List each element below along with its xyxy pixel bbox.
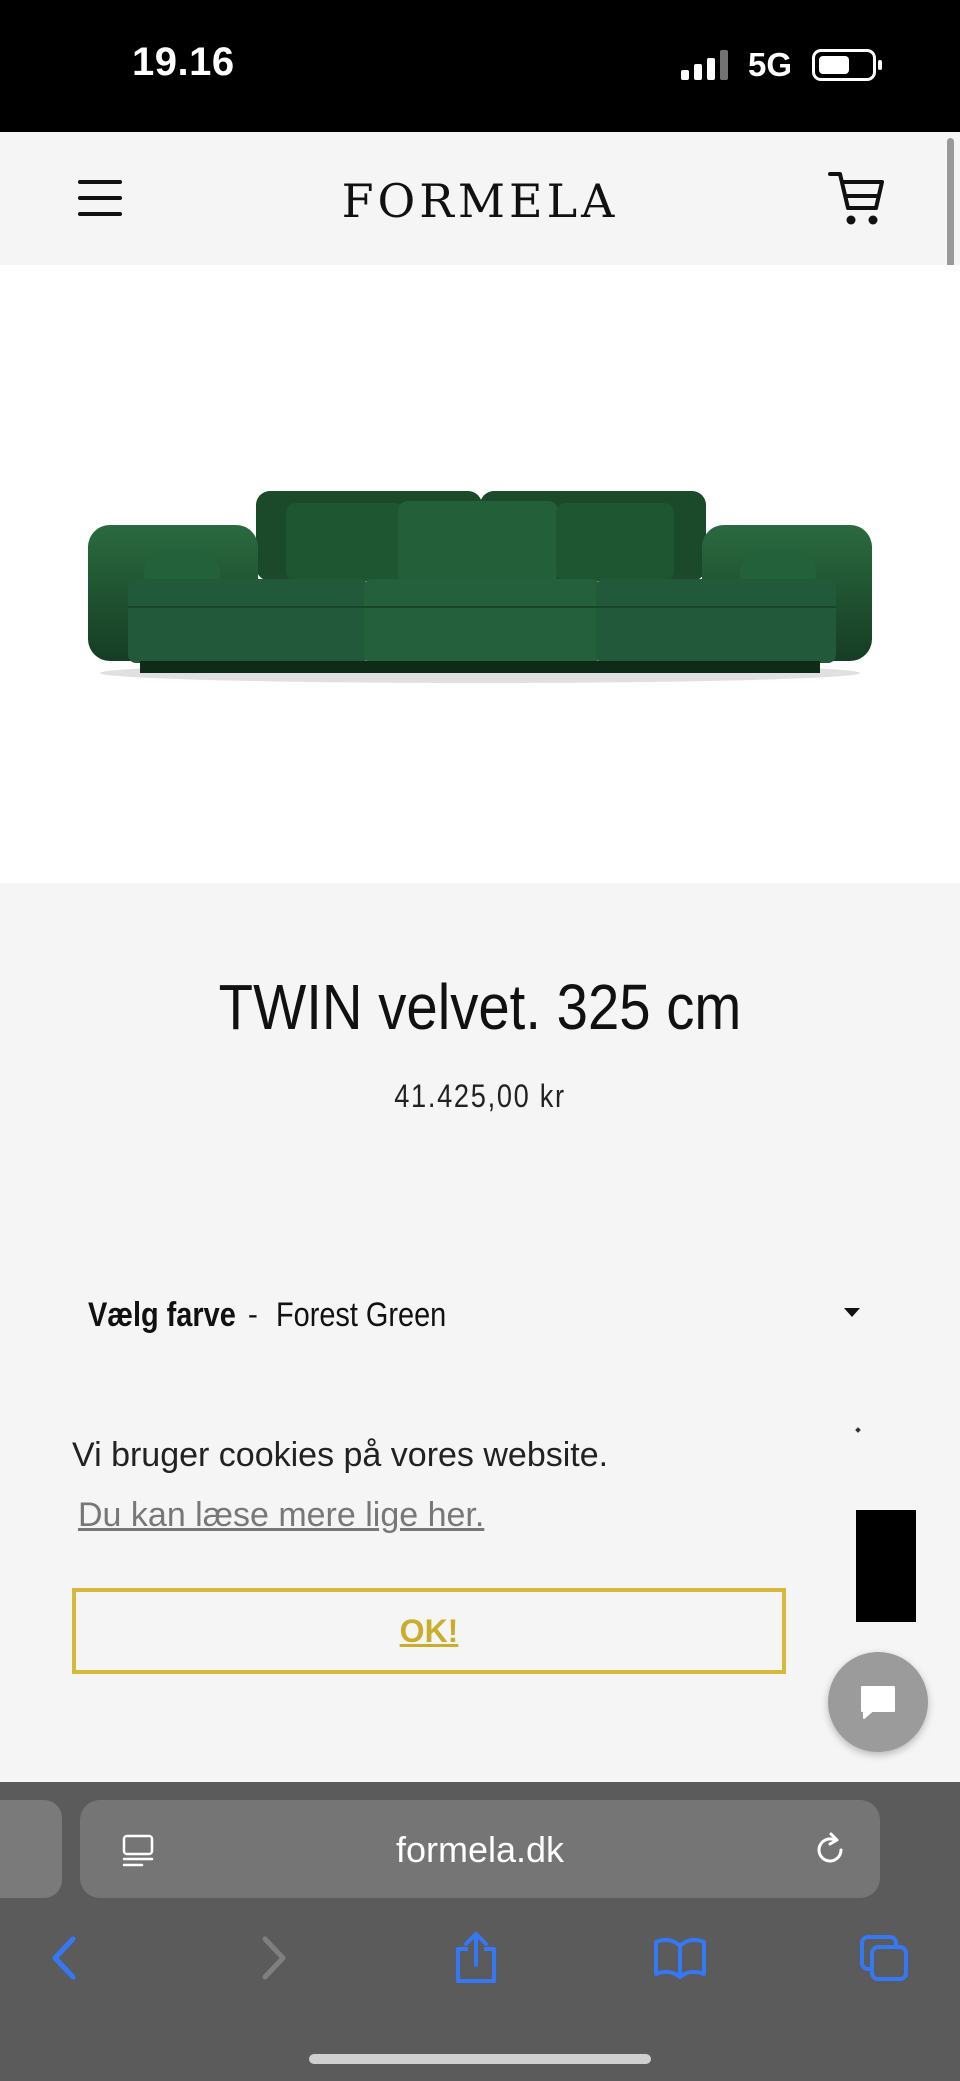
chevron-down-icon xyxy=(844,1308,860,1317)
back-arrow-icon xyxy=(52,1936,76,1980)
tabs-icon xyxy=(860,1935,908,1981)
cart-icon[interactable] xyxy=(828,168,886,228)
site-logo[interactable]: FORMELA xyxy=(0,174,960,228)
share-button[interactable] xyxy=(448,1930,504,1986)
url-text: formela.dk xyxy=(395,1829,565,1870)
status-indicators: 5G xyxy=(680,46,882,84)
address-bar[interactable]: formela.dk xyxy=(80,1800,880,1898)
tabs-button[interactable] xyxy=(856,1930,912,1986)
status-time: 19.16 xyxy=(132,40,235,84)
color-variant-select[interactable]: Vælg farve - Forest Green xyxy=(88,1290,868,1340)
book-icon xyxy=(654,1937,706,1979)
page: 19.16 5G FORMELA TWIN velvet. 325 cm 41.… xyxy=(0,0,960,2081)
cookie-info-link[interactable]: Du kan læse mere lige her. xyxy=(78,1496,484,1535)
forward-button[interactable] xyxy=(246,1930,302,1986)
browser-bar: formela.dk xyxy=(0,1782,960,2081)
product-image[interactable] xyxy=(0,265,960,883)
battery-icon xyxy=(812,49,882,81)
decorative-mark xyxy=(855,1427,861,1433)
signal-icon xyxy=(680,50,728,80)
forward-arrow-icon xyxy=(262,1936,286,1980)
variant-separator: - xyxy=(247,1298,258,1331)
site-header: FORMELA xyxy=(0,132,960,265)
back-button[interactable] xyxy=(36,1930,92,1986)
cookie-ok-button[interactable]: OK! xyxy=(72,1588,786,1674)
reload-icon[interactable] xyxy=(810,1830,850,1870)
chat-button[interactable] xyxy=(828,1652,928,1752)
previous-tab[interactable] xyxy=(0,1800,62,1898)
status-bar: 19.16 5G xyxy=(0,0,960,132)
bookmarks-button[interactable] xyxy=(652,1930,708,1986)
variant-label: Vælg farve xyxy=(88,1295,236,1334)
product-title: TWIN velvet. 325 cm xyxy=(218,971,742,1043)
chat-bubble-icon xyxy=(861,1686,895,1719)
cookie-message: Vi bruger cookies på vores website. xyxy=(72,1436,609,1474)
share-icon xyxy=(456,1932,496,1983)
network-type: 5G xyxy=(747,46,792,83)
side-widget[interactable] xyxy=(856,1510,916,1622)
browser-toolbar xyxy=(0,1930,960,2000)
product-price: 41.425,00 kr xyxy=(394,1078,566,1114)
sofa-illustration xyxy=(88,491,872,683)
home-indicator[interactable] xyxy=(309,2054,651,2064)
variant-value: Forest Green xyxy=(275,1295,447,1334)
